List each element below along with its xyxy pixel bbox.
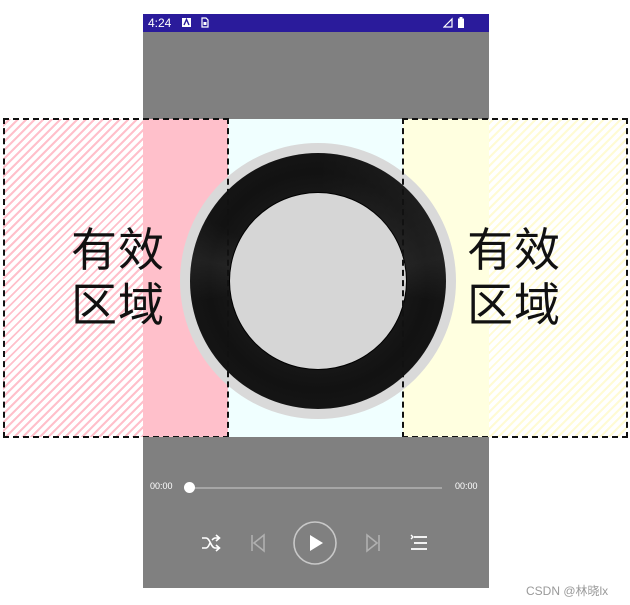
- shuffle-icon[interactable]: [200, 533, 222, 553]
- previous-icon[interactable]: [249, 533, 267, 553]
- elapsed-time: 00:00: [150, 481, 173, 491]
- album-cover: [230, 193, 406, 369]
- left-zone-label-line1: 有效: [71, 223, 165, 277]
- playlist-icon[interactable]: [409, 533, 429, 553]
- play-icon: [310, 535, 323, 551]
- watermark: CSDN @林晓lx: [526, 584, 609, 598]
- right-zone-label: 有效 区域: [458, 223, 570, 333]
- progress-track[interactable]: [189, 487, 442, 489]
- next-icon[interactable]: [364, 533, 382, 553]
- left-zone-label: 有效 区域: [62, 223, 174, 333]
- left-zone-label-line2: 区域: [71, 278, 165, 332]
- right-zone-label-line1: 有效: [467, 223, 561, 277]
- play-button[interactable]: [292, 520, 338, 566]
- status-time: 4:24: [148, 16, 172, 30]
- status-bar: 4:24: [143, 14, 489, 32]
- right-zone-label-line2: 区域: [467, 278, 561, 332]
- progress-thumb[interactable]: [183, 482, 195, 493]
- total-time: 00:00: [455, 481, 478, 491]
- battery-icon: [458, 17, 464, 28]
- sim-card-icon: [201, 17, 209, 28]
- signal-icon: [443, 17, 453, 28]
- player-top-area: [143, 32, 489, 119]
- notification-a-icon: [182, 17, 191, 27]
